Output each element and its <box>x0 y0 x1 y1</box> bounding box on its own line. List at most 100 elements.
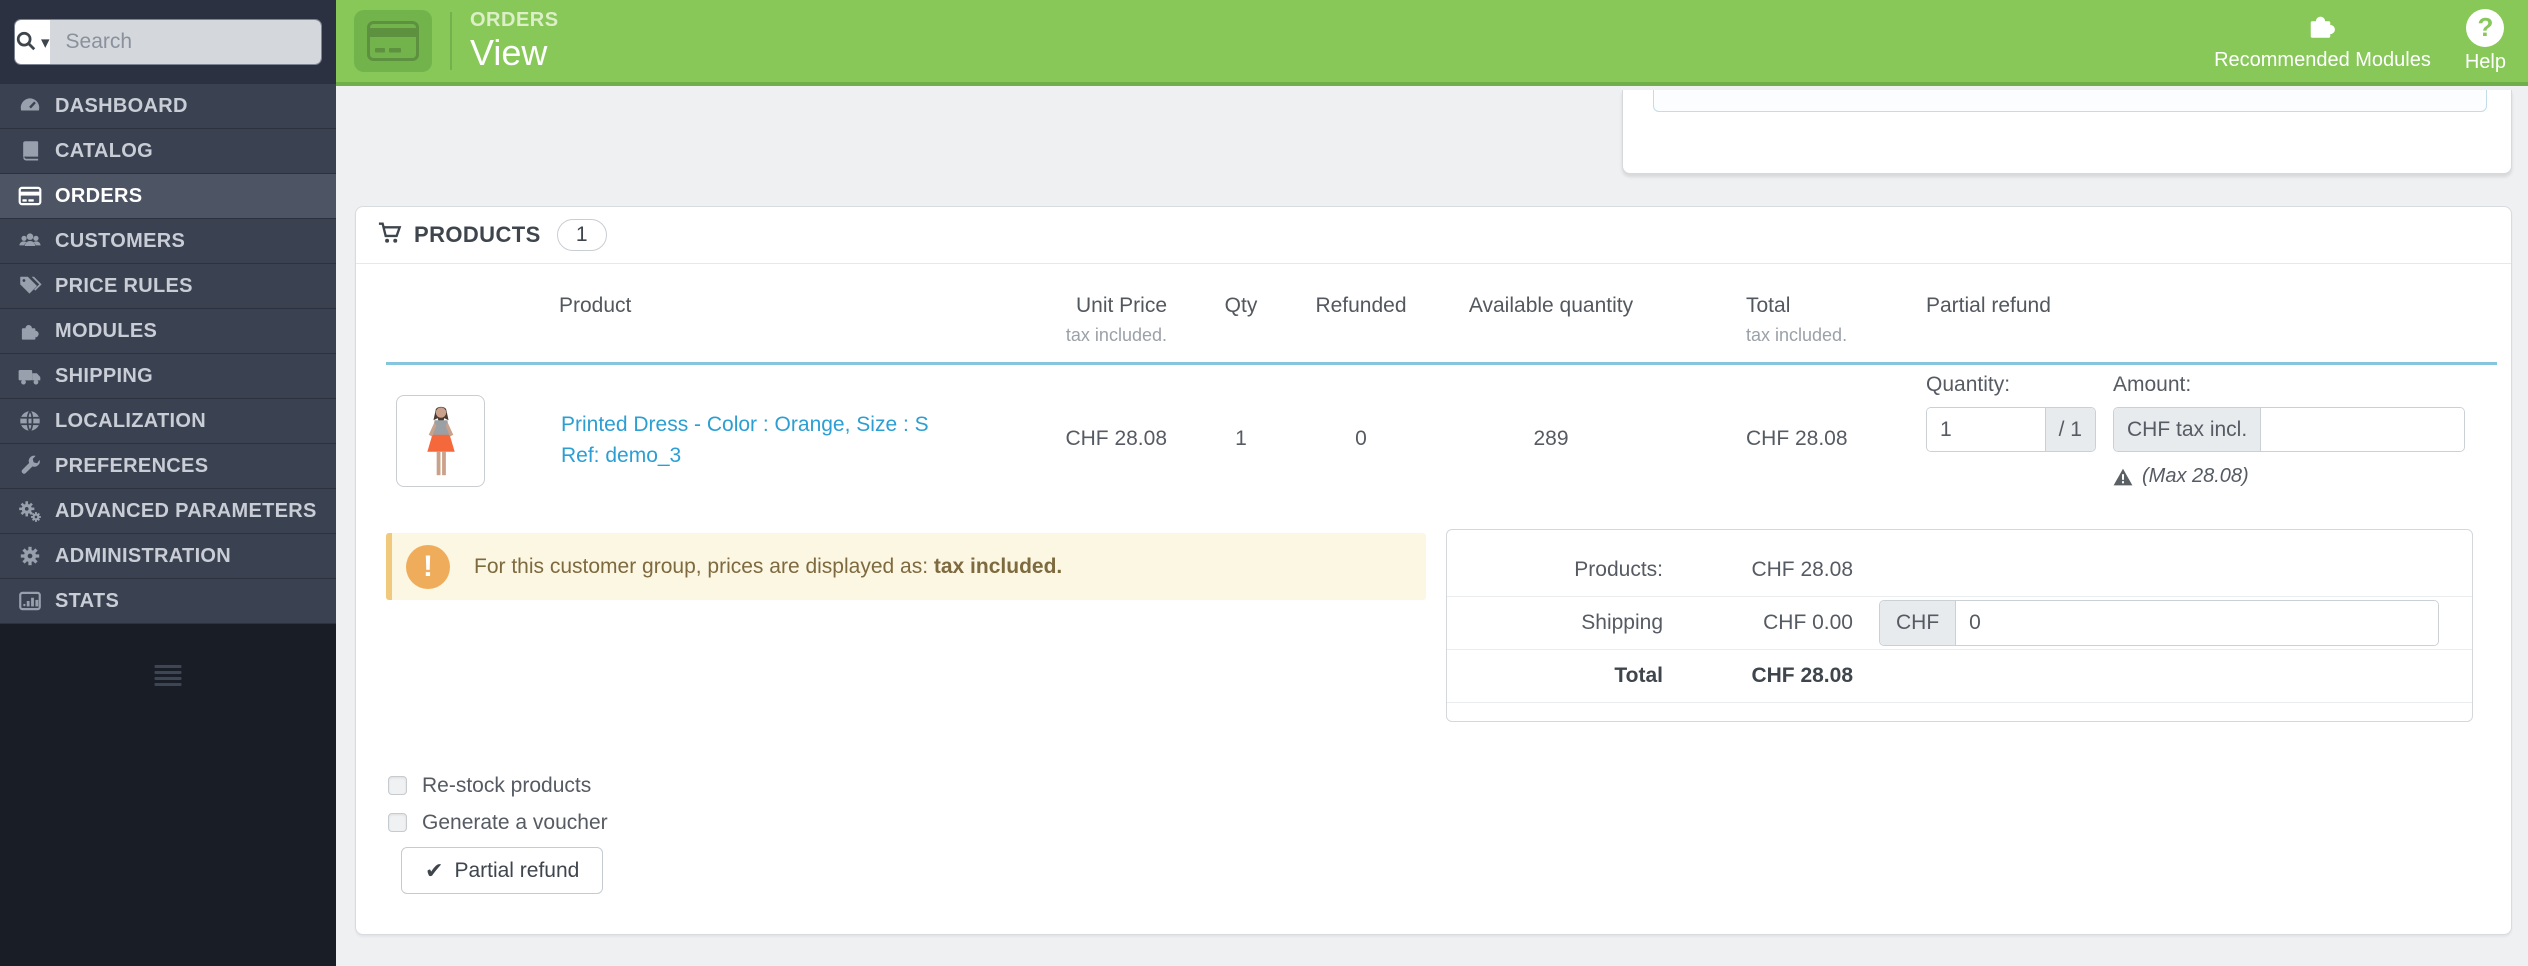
sidebar-footer <box>0 624 336 966</box>
help-icon: ? <box>2466 8 2505 47</box>
search-input[interactable] <box>49 20 321 64</box>
shipping-value: CHF 0.00 <box>1763 611 1853 634</box>
sidebar-item-advanced-parameters[interactable]: ADVANCED PARAMETERS <box>0 489 336 534</box>
restock-checkbox[interactable] <box>388 776 407 795</box>
sidebar-item-modules[interactable]: MODULES <box>0 309 336 354</box>
col-total-sub: tax included. <box>1746 325 1848 345</box>
gears-icon <box>16 497 44 525</box>
totals-shipping-row: Shipping CHF 0.00 CHF <box>1447 597 2472 650</box>
puzzle-icon <box>2304 10 2340 45</box>
refund-quantity-label: Quantity: <box>1926 373 2011 396</box>
orders-credit-card-icon <box>354 9 432 72</box>
refund-quantity-input[interactable] <box>1927 408 2045 451</box>
sidebar-item-orders[interactable]: ORDERS <box>0 174 336 219</box>
warning-triangle-icon <box>2113 468 2133 485</box>
sidebar-item-localization[interactable]: LOCALIZATION <box>0 399 336 444</box>
order-status-inner-box <box>1653 90 2487 112</box>
globe-icon <box>16 407 44 435</box>
product-thumbnail[interactable] <box>396 395 485 487</box>
products-table-head: Product Unit Price tax included. Qty Ref… <box>386 264 2497 365</box>
sidebar: ▾ DASHBOARD CATALOG ORDERS CUSTOMERS PRI… <box>0 0 336 966</box>
col-product: Product <box>559 294 632 317</box>
col-available-quantity: Available quantity <box>1468 294 1634 317</box>
sidebar-nav: DASHBOARD CATALOG ORDERS CUSTOMERS PRICE… <box>0 84 336 624</box>
exclamation-icon: ! <box>406 544 450 589</box>
col-unit-price-sub: tax included. <box>1065 325 1167 345</box>
dashboard-icon <box>16 92 44 120</box>
shipping-label: Shipping <box>1581 611 1663 634</box>
unit-price-value: CHF 28.08 <box>1065 427 1167 450</box>
refund-max-note: (Max 28.08) <box>2113 465 2465 488</box>
sidebar-item-label: SHIPPING <box>55 364 153 387</box>
page-head: ORDERS View <box>336 9 559 73</box>
search-icon <box>15 30 37 55</box>
help-label: Help <box>2464 50 2506 73</box>
tax-info-alert: ! For this customer group, prices are di… <box>386 533 1426 600</box>
cart-icon <box>376 219 404 252</box>
credit-card-icon <box>16 182 44 210</box>
users-icon <box>16 227 44 255</box>
refund-amount-input[interactable] <box>2261 408 2464 451</box>
products-panel: PRODUCTS 1 Product Unit Price tax includ… <box>355 206 2512 935</box>
qty-value: 1 <box>1235 427 1247 450</box>
sidebar-item-label: STATS <box>55 589 120 612</box>
shipping-currency-addon: CHF <box>1880 601 1957 645</box>
sidebar-item-label: PRICE RULES <box>55 274 193 297</box>
header-divider <box>450 11 452 70</box>
sidebar-item-price-rules[interactable]: PRICE RULES <box>0 264 336 309</box>
puzzle-icon <box>16 317 44 345</box>
tags-icon <box>16 272 44 300</box>
truck-icon <box>16 362 44 390</box>
sidebar-search-zone: ▾ <box>0 0 336 84</box>
search-control: ▾ <box>14 19 322 65</box>
products-total-value: CHF 28.08 <box>1751 558 1853 581</box>
sidebar-item-label: CATALOG <box>55 139 154 162</box>
order-status-panel-cutoff <box>1622 90 2512 174</box>
sidebar-item-label: ORDERS <box>55 184 143 207</box>
total-value: CHF 28.08 <box>1746 427 1848 450</box>
voucher-label: Generate a voucher <box>422 810 608 834</box>
check-icon: ✔ <box>425 857 444 883</box>
shipping-refund-input[interactable] <box>1956 601 2438 645</box>
available-quantity-value: 289 <box>1533 427 1569 450</box>
page-title: View <box>470 31 548 73</box>
totals-products-row: Products: CHF 28.08 <box>1447 544 2472 597</box>
partial-refund-button[interactable]: ✔ Partial refund <box>401 847 604 894</box>
voucher-checkbox[interactable] <box>388 813 407 832</box>
wrench-icon <box>16 452 44 480</box>
voucher-option[interactable]: Generate a voucher <box>388 804 608 841</box>
help-button[interactable]: ? Help <box>2464 8 2506 74</box>
sidebar-item-shipping[interactable]: SHIPPING <box>0 354 336 399</box>
products-count-badge: 1 <box>556 219 607 251</box>
collapse-menu-icon[interactable] <box>154 662 182 689</box>
sidebar-item-dashboard[interactable]: DASHBOARD <box>0 84 336 129</box>
product-cell: Printed Dress - Color : Orange, Size : S… <box>386 365 1001 515</box>
recommended-modules-button[interactable]: Recommended Modules <box>2214 10 2431 72</box>
refund-amount-label: Amount: <box>2113 373 2192 396</box>
sidebar-item-preferences[interactable]: PREFERENCES <box>0 444 336 489</box>
sidebar-item-customers[interactable]: CUSTOMERS <box>0 219 336 264</box>
restock-option[interactable]: Re-stock products <box>388 767 608 804</box>
header-actions: Recommended Modules ? Help <box>2214 0 2528 82</box>
sidebar-item-label: DASHBOARD <box>55 94 188 117</box>
chevron-down-icon: ▾ <box>41 32 50 52</box>
col-unit-price: Unit Price tax included. <box>1001 294 1181 346</box>
col-qty: Qty <box>1224 294 1258 317</box>
sidebar-item-label: PREFERENCES <box>55 454 209 477</box>
partial-refund-cell: Quantity: / 1 Amount: CHF tax incl. <box>1901 365 2497 515</box>
total-label: Total <box>1614 664 1663 687</box>
book-icon <box>16 137 44 165</box>
sidebar-item-catalog[interactable]: CATALOG <box>0 129 336 174</box>
search-scope-button[interactable]: ▾ <box>15 20 50 64</box>
products-panel-title: PRODUCTS <box>414 222 541 247</box>
sidebar-item-stats[interactable]: STATS <box>0 579 336 624</box>
sidebar-item-administration[interactable]: ADMINISTRATION <box>0 534 336 579</box>
product-ref-link[interactable]: Ref: demo_3 <box>561 440 929 471</box>
sidebar-item-label: LOCALIZATION <box>55 409 206 432</box>
product-name-link[interactable]: Printed Dress - Color : Orange, Size : S <box>561 409 929 440</box>
sidebar-item-label: MODULES <box>55 319 158 342</box>
refund-amount-addon: CHF tax incl. <box>2114 408 2262 451</box>
bar-chart-icon <box>16 587 44 615</box>
order-totals-box: Products: CHF 28.08 Shipping CHF 0.00 CH… <box>1446 529 2473 722</box>
refund-options: Re-stock products Generate a voucher <box>388 767 608 841</box>
